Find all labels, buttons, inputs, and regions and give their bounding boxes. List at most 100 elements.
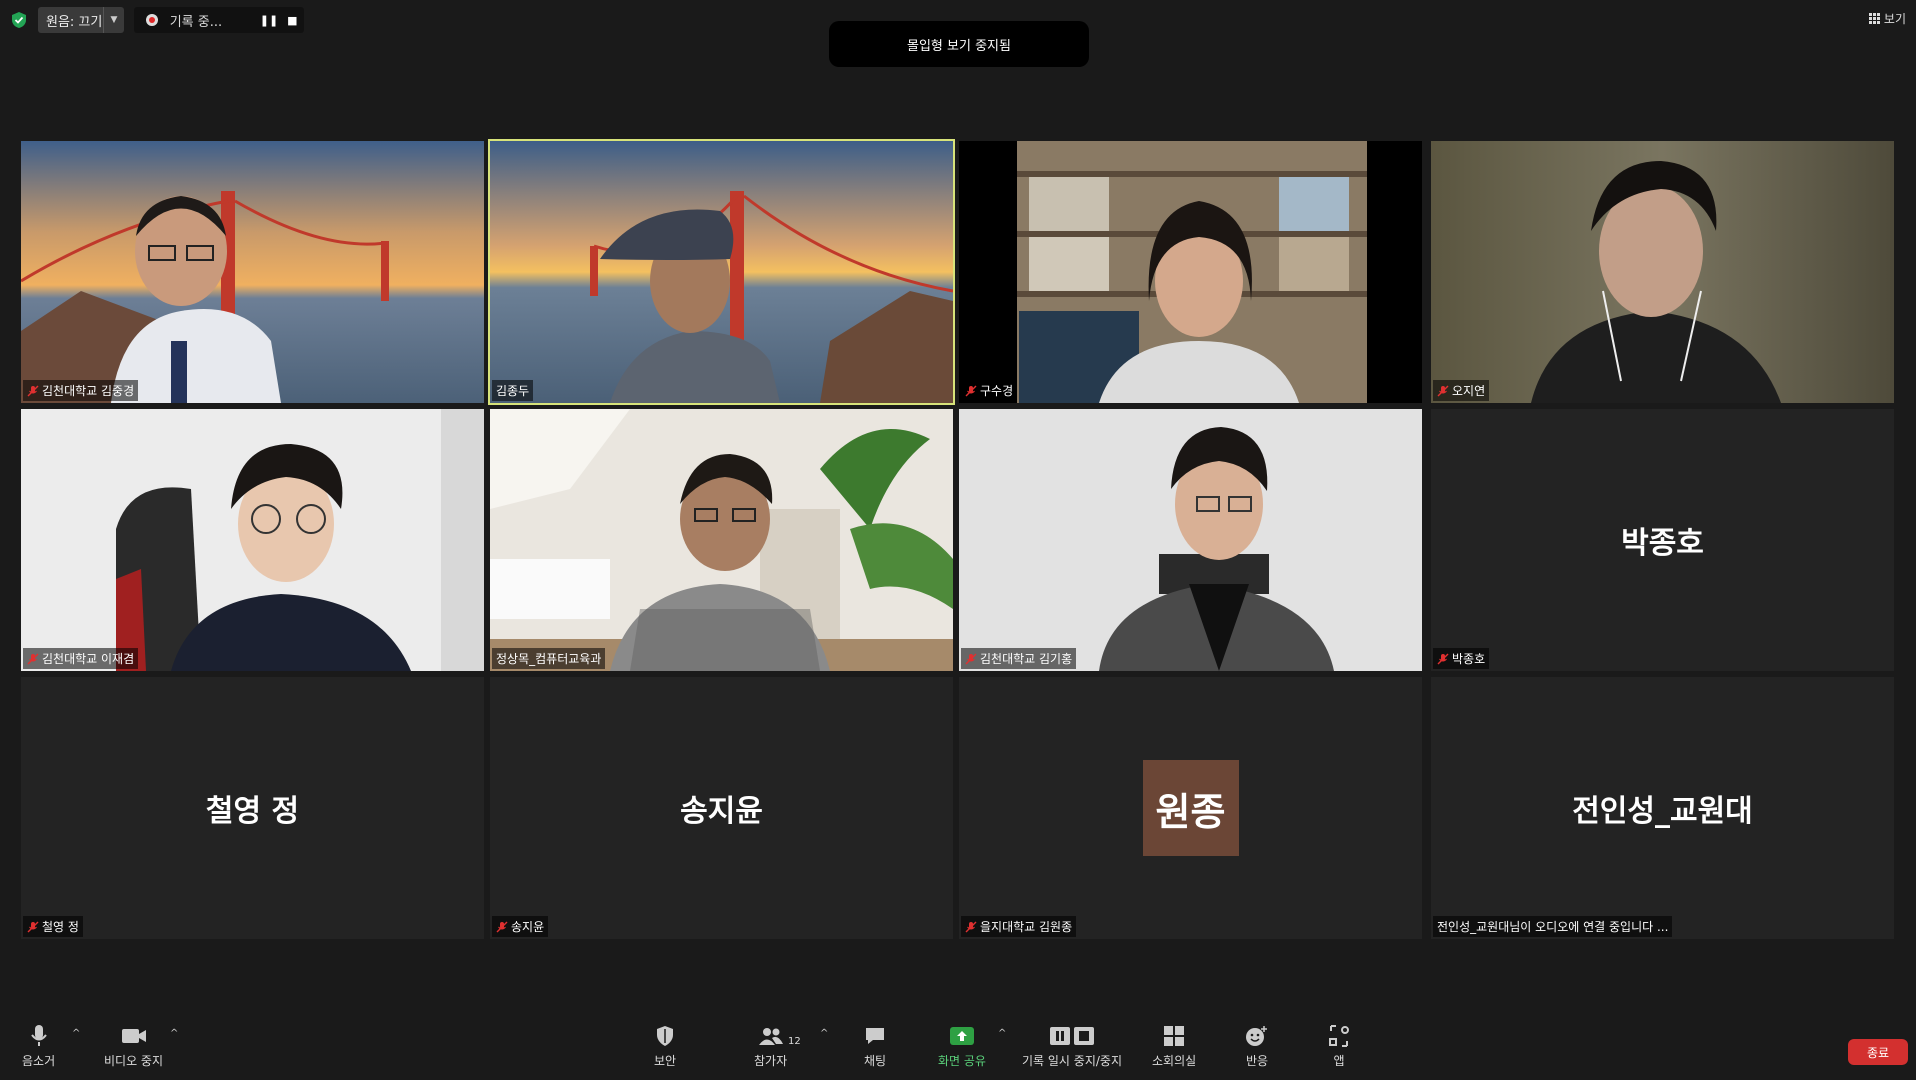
participant-name: 오지연 [1452, 384, 1486, 398]
participant-tile[interactable]: 김천대학교 김중경 [21, 141, 484, 403]
share-screen-button[interactable]: 화면 공유 [938, 1022, 986, 1069]
microphone-muted-icon [27, 653, 39, 665]
microphone-muted-icon [27, 385, 39, 397]
participant-tile[interactable]: 철영 정 철영 정 [21, 677, 484, 939]
breakout-rooms-label: 소회의실 [1152, 1054, 1197, 1068]
participant-name: 김천대학교 김기홍 [980, 652, 1073, 666]
participants-button[interactable]: 참가자 [754, 1022, 787, 1069]
participant-tile[interactable]: 정상목_컴퓨터교육과 [490, 409, 953, 671]
microphone-icon [30, 1025, 47, 1046]
participant-video [959, 141, 1422, 403]
record-pause-stop-button[interactable]: 기록 일시 중지/중지 [1022, 1022, 1122, 1069]
participant-name-tag: 구수경 [961, 380, 1018, 401]
immersive-view-stopped-notice: 몰입형 보기 중지됨 [829, 21, 1089, 67]
participant-tile[interactable]: 오지연 [1431, 141, 1894, 403]
chat-icon [866, 1028, 885, 1044]
participant-display-name: 철영 정 [205, 794, 300, 829]
participants-count: 12 [788, 1036, 801, 1047]
participant-name-tag: 김천대학교 김기홍 [961, 648, 1077, 669]
microphone-muted-icon [27, 921, 39, 933]
microphone-muted-icon [965, 653, 977, 665]
recording-indicator: 기록 중... ❚❚ ■ [134, 7, 304, 33]
apps-button[interactable]: 앱 [1328, 1022, 1350, 1069]
original-audio-label: 원음: 끄기 [46, 14, 103, 30]
share-screen-label: 화면 공유 [938, 1054, 986, 1068]
participant-tile[interactable]: 김천대학교 이재겸 [21, 409, 484, 671]
participant-tile-active-speaker[interactable]: 김종두 [488, 139, 955, 405]
stop-video-label: 비디오 중지 [104, 1054, 164, 1068]
participant-tile[interactable]: 전인성_교원대 전인성_교원대님이 오디오에 연결 중입니다 ... [1431, 677, 1894, 939]
participant-name: 전인성_교원대님이 오디오에 연결 중입니다 ... [1437, 920, 1669, 934]
participant-name-tag: 을지대학교 김원종 [961, 916, 1077, 937]
participant-video [21, 141, 484, 403]
recording-dot-icon [146, 14, 158, 26]
grid-icon [1868, 13, 1880, 24]
shield-icon[interactable] [10, 11, 28, 29]
participant-name: 박종호 [1452, 652, 1486, 666]
participant-name-tag: 철영 정 [23, 916, 83, 937]
participant-display-name: 박종호 [1621, 526, 1704, 561]
chevron-down-icon[interactable]: ▼ [103, 7, 124, 33]
participant-video [959, 409, 1422, 671]
participant-name: 을지대학교 김원종 [980, 920, 1073, 934]
apps-label: 앱 [1333, 1054, 1345, 1068]
audio-options-chevron-icon[interactable]: ^ [72, 1028, 80, 1039]
security-button[interactable]: 보안 [654, 1022, 676, 1069]
participants-icon [758, 1028, 783, 1045]
microphone-muted-icon [965, 921, 977, 933]
participant-name-tag: 오지연 [1433, 380, 1490, 401]
security-label: 보안 [654, 1054, 677, 1068]
smiley-plus-icon [1246, 1026, 1267, 1046]
record-pause-stop-label: 기록 일시 중지/중지 [1022, 1054, 1122, 1068]
participant-name: 김천대학교 이재겸 [42, 652, 135, 666]
breakout-rooms-button[interactable]: 소회의실 [1152, 1022, 1196, 1069]
participant-name: 송지윤 [511, 920, 545, 934]
shield-icon [657, 1026, 674, 1046]
participant-name: 철영 정 [42, 920, 79, 934]
stop-recording-icon[interactable]: ■ [281, 10, 304, 30]
participant-video [1431, 141, 1894, 403]
participant-name-tag: 정상목_컴퓨터교육과 [492, 648, 606, 669]
avatar: 원종 [1142, 760, 1239, 856]
participant-display-name: 송지윤 [680, 794, 763, 829]
participant-tile[interactable]: 구수경 [959, 141, 1422, 403]
participant-name-tag: 김종두 [492, 380, 534, 401]
recording-label: 기록 중... [169, 14, 223, 30]
participant-tile[interactable]: 송지윤 송지윤 [490, 677, 953, 939]
microphone-muted-icon [1437, 653, 1449, 665]
apps-icon [1329, 1025, 1349, 1047]
end-meeting-button[interactable]: 종료 [1848, 1039, 1908, 1065]
reactions-button[interactable]: 반응 [1245, 1022, 1269, 1069]
participants-label: 참가자 [754, 1054, 788, 1068]
mute-button[interactable]: 음소거 [22, 1022, 55, 1069]
participant-tile[interactable]: 박종호 박종호 [1431, 409, 1894, 671]
video-options-chevron-icon[interactable]: ^ [170, 1028, 178, 1039]
participant-tile[interactable]: 원종 을지대학교 김원종 [959, 677, 1422, 939]
participant-display-name: 전인성_교원대 [1572, 794, 1753, 829]
mute-label: 음소거 [22, 1054, 56, 1068]
chat-button[interactable]: 채팅 [864, 1022, 886, 1069]
stop-video-button[interactable]: 비디오 중지 [104, 1022, 163, 1069]
view-button[interactable]: 보기 [1868, 10, 1906, 27]
participant-name-tag: 전인성_교원대님이 오디오에 연결 중입니다 ... [1433, 916, 1673, 937]
participant-video [490, 141, 953, 403]
share-options-chevron-icon[interactable]: ^ [998, 1028, 1006, 1039]
participant-name-tag: 송지윤 [492, 916, 549, 937]
participant-name: 정상목_컴퓨터교육과 [496, 652, 602, 666]
microphone-muted-icon [1437, 385, 1449, 397]
pause-recording-icon[interactable]: ❚❚ [257, 10, 280, 30]
original-audio-toggle[interactable]: 원음: 끄기 ▼ [38, 7, 124, 33]
top-bar: 원음: 끄기 ▼ 기록 중... ❚❚ ■ 몰입형 보기 중지됨 보기 [0, 0, 1916, 67]
participant-name-tag: 김천대학교 김중경 [23, 380, 139, 401]
participant-name: 구수경 [980, 384, 1014, 398]
video-camera-icon [121, 1029, 146, 1043]
participant-name: 김천대학교 김중경 [42, 384, 135, 398]
participants-options-chevron-icon[interactable]: ^ [820, 1028, 828, 1039]
participant-name-tag: 김천대학교 이재겸 [23, 648, 139, 669]
microphone-muted-icon [965, 385, 977, 397]
participant-video [490, 409, 953, 671]
participant-name: 김종두 [496, 384, 530, 398]
participant-video [21, 409, 484, 671]
participant-tile[interactable]: 김천대학교 김기홍 [959, 409, 1422, 671]
microphone-muted-icon [496, 921, 508, 933]
